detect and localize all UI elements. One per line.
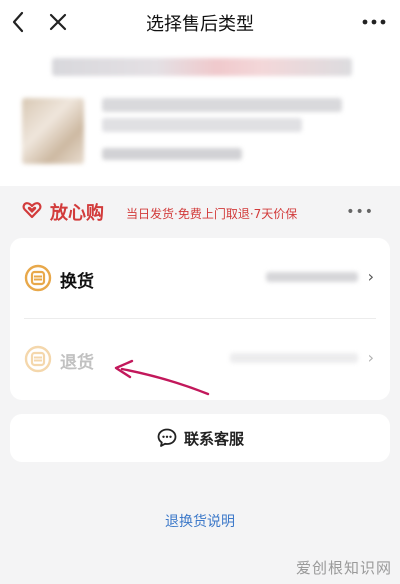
return-icon: [24, 345, 52, 373]
exchange-option[interactable]: 换货 ›: [10, 238, 390, 319]
return-label: 退货: [60, 353, 94, 373]
contact-service-label: 联系客服: [183, 429, 244, 448]
redacted-product-title: [102, 98, 342, 112]
more-button[interactable]: [360, 8, 388, 36]
redacted-exchange-hint: [266, 272, 358, 282]
product-summary: [0, 46, 400, 186]
assurance-brand: 放心购: [50, 203, 104, 224]
navigation-bar: 选择售后类型: [0, 0, 400, 46]
after-sale-type-card: 换货 › 退货 ›: [10, 238, 390, 400]
exchange-icon: [24, 264, 52, 292]
contact-service-button[interactable]: 联系客服: [10, 414, 390, 462]
close-icon: [49, 13, 67, 31]
redacted-product-spec: [102, 148, 242, 160]
back-button[interactable]: [6, 8, 30, 36]
return-exchange-policy-link[interactable]: 退换货说明: [0, 511, 400, 531]
watermark: 爱创根知识网: [295, 559, 392, 577]
chevron-right-icon: ›: [367, 348, 374, 367]
chat-bubble-icon: [157, 428, 177, 447]
chevron-left-icon: [12, 11, 24, 33]
close-button[interactable]: [46, 8, 70, 36]
page-title: 选择售后类型: [146, 14, 254, 35]
assurance-more-button[interactable]: •••: [346, 204, 374, 220]
assurance-tags: 当日发货·免费上门取退·7天价保: [126, 207, 298, 221]
product-thumbnail: [22, 98, 84, 164]
redacted-seller-name: [52, 58, 352, 76]
redacted-product-title-line2: [102, 118, 302, 132]
return-option[interactable]: 退货 ›: [10, 319, 390, 399]
shield-heart-icon: [22, 202, 42, 219]
assurance-strip: 放心购 当日发货·免费上门取退·7天价保 •••: [0, 186, 400, 238]
redacted-return-hint: [230, 353, 358, 363]
more-dots-icon: [362, 19, 386, 25]
chevron-right-icon: ›: [367, 267, 374, 286]
exchange-label: 换货: [60, 272, 94, 292]
